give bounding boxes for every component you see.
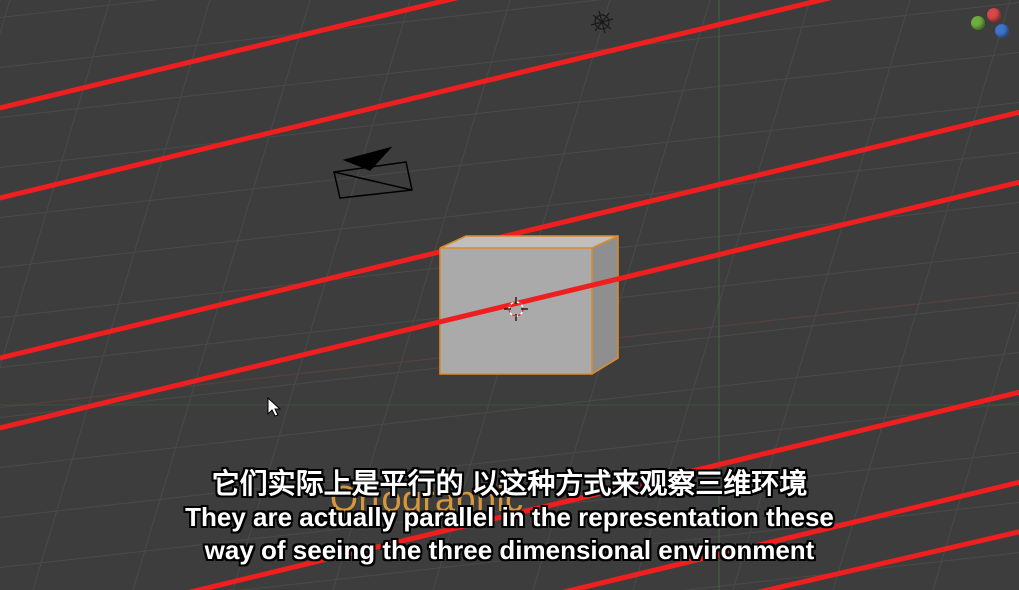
nav-gizmo-x[interactable] [987, 8, 1001, 22]
light-empty[interactable] [591, 11, 613, 33]
annotation-label: Ortographic [330, 478, 524, 520]
nav-gizmo[interactable] [953, 6, 1013, 46]
nav-gizmo-y[interactable] [971, 16, 985, 30]
viewport-3d[interactable]: Ortographic 它们实际上是平行的 以这种方式来观察三维环境 They … [0, 0, 1019, 590]
camera-object[interactable] [334, 148, 412, 198]
mouse-pointer [268, 398, 280, 416]
nav-gizmo-z[interactable] [995, 24, 1009, 38]
cube-object[interactable] [440, 236, 618, 374]
